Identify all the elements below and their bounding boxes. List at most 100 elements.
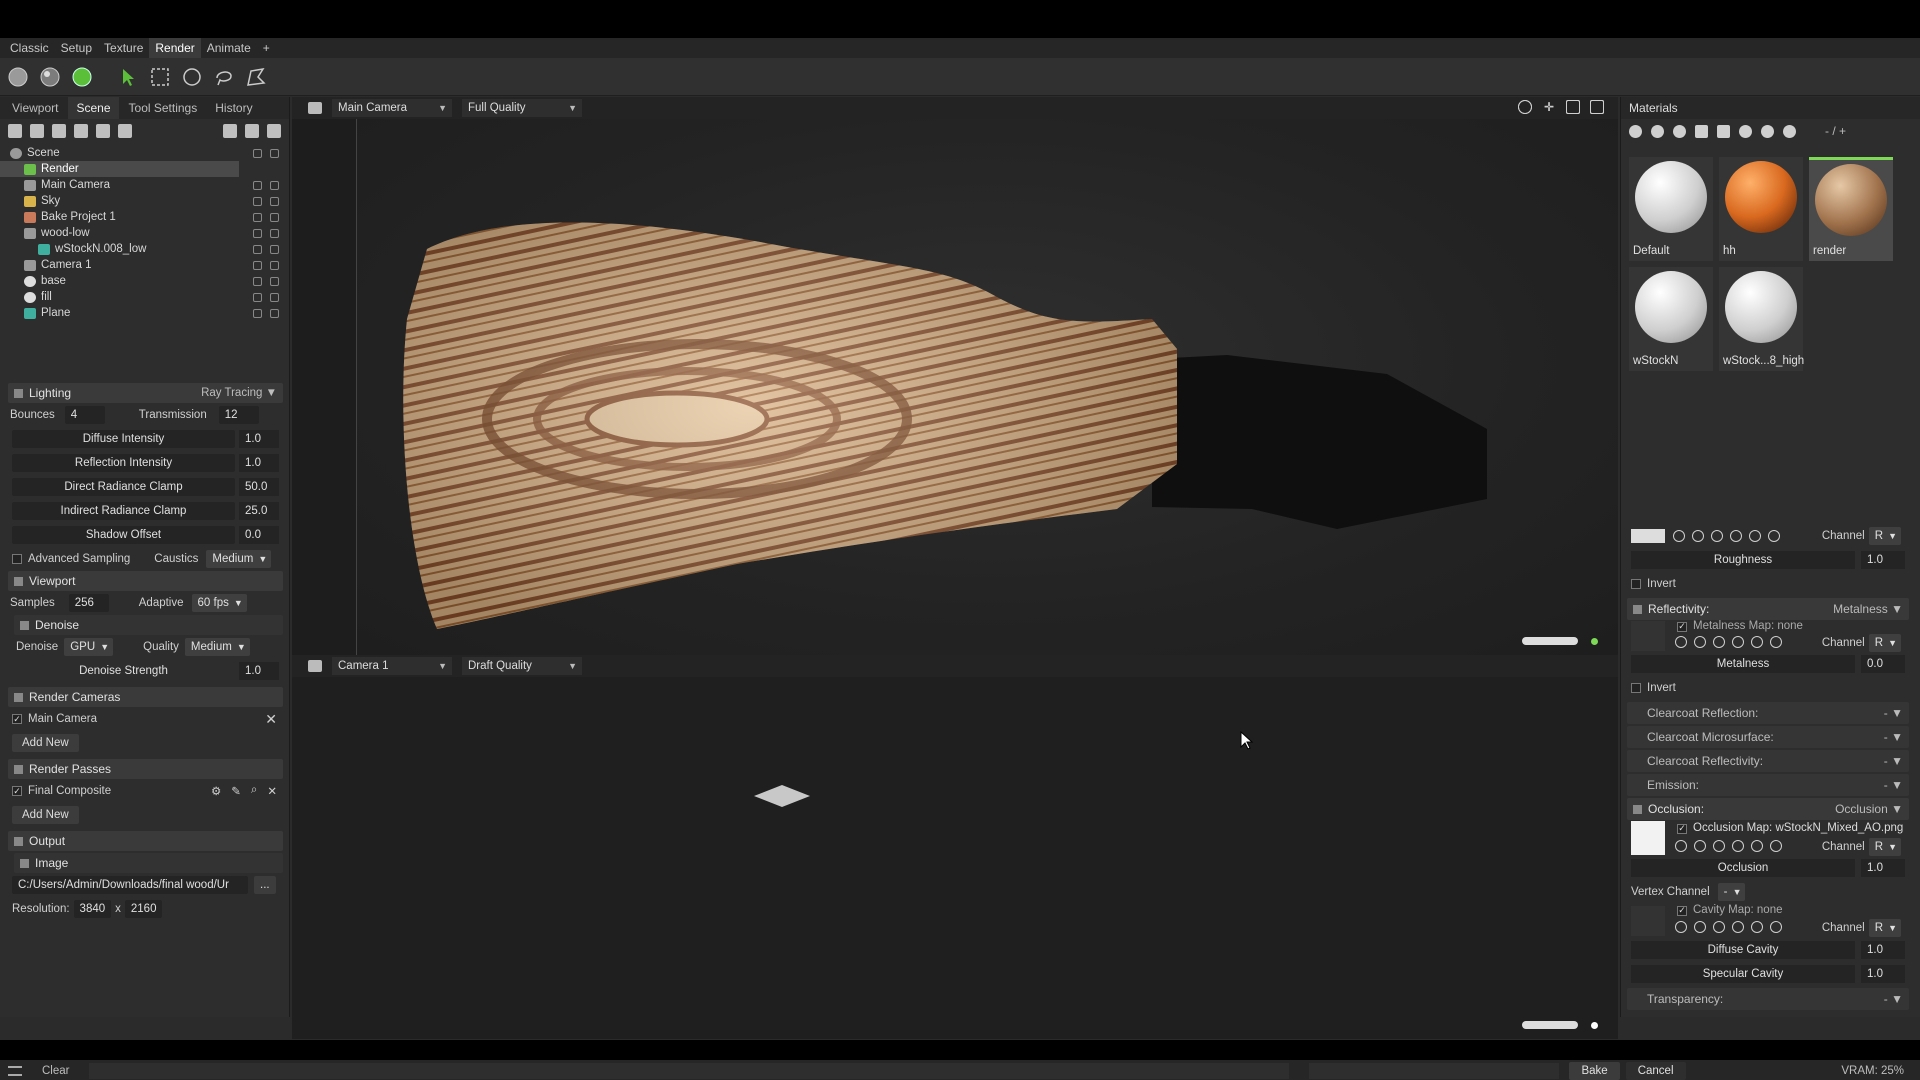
resolution-height-field[interactable]: 2160 [124, 900, 163, 918]
eye-icon[interactable] [270, 212, 279, 222]
search-icon[interactable] [1694, 921, 1706, 933]
metalness-slider[interactable]: Metalness 0.0 [1627, 652, 1909, 676]
material-hh[interactable]: hh [1719, 157, 1803, 261]
move-icon[interactable]: ✛ [1542, 100, 1556, 114]
tree-item-camera-1[interactable]: Camera 1 [0, 257, 289, 273]
browse-button[interactable]: ... [254, 876, 276, 894]
main-render-view[interactable] [356, 119, 1618, 655]
shadow-offset-slider[interactable]: Shadow Offset 0.0 [8, 523, 283, 547]
main-camera-checkbox[interactable]: ✓ [12, 714, 22, 724]
eye-icon[interactable] [270, 196, 279, 206]
gear-icon[interactable] [1518, 100, 1532, 114]
tree-item-bake-project[interactable]: Bake Project 1 [0, 209, 289, 225]
metalness-map-thumbnail[interactable] [1631, 621, 1665, 651]
tab-texture[interactable]: Texture [98, 38, 149, 58]
circle-select-icon[interactable] [180, 65, 204, 89]
diffuse-cavity-slider[interactable]: Diffuse Cavity 1.0 [1627, 938, 1909, 962]
tree-item-render[interactable]: Render [0, 161, 239, 177]
maximize-icon[interactable] [1566, 100, 1580, 114]
render-sphere-icon[interactable] [70, 65, 94, 89]
eye-icon[interactable] [270, 308, 279, 318]
top-quality-dropdown[interactable]: Full Quality [462, 99, 582, 117]
log-icon[interactable] [8, 1066, 22, 1076]
channel-icon[interactable] [1711, 530, 1723, 542]
metalness-map-checkbox[interactable]: ✓ [1677, 621, 1687, 632]
refresh-icon[interactable] [1749, 530, 1761, 542]
select-icon[interactable] [1739, 124, 1752, 138]
clearcoat-reflection-header[interactable]: Clearcoat Reflection: - ▼ [1627, 702, 1909, 724]
search-icon[interactable] [1694, 840, 1706, 852]
gear-icon[interactable]: ⚙ [211, 784, 221, 798]
tab-setup[interactable]: Setup [55, 38, 98, 58]
diffuse-intensity-slider[interactable]: Diffuse Intensity 1.0 [8, 427, 283, 451]
roughness-slider[interactable]: Roughness 1.0 [1627, 548, 1909, 572]
edit-icon[interactable] [1730, 530, 1742, 542]
tab-scene[interactable]: Scene [68, 97, 119, 119]
gear-icon[interactable] [1675, 840, 1687, 852]
material-default[interactable]: Default [1629, 157, 1713, 261]
resolution-width-field[interactable]: 3840 [73, 900, 112, 918]
transmission-field[interactable]: 12 [218, 406, 259, 424]
adaptive-dropdown[interactable]: 60 fps [191, 594, 247, 612]
tree-item-base[interactable]: base [0, 273, 289, 289]
tab-history[interactable]: History [207, 97, 260, 119]
material-wstockn[interactable]: wStockN [1629, 267, 1713, 371]
lock-icon[interactable] [253, 244, 262, 254]
merge-material-icon[interactable] [1673, 124, 1686, 138]
tree-item-wood-low[interactable]: wood-low [0, 225, 289, 241]
tree-item-sky[interactable]: Sky [0, 193, 289, 209]
eye-icon[interactable] [270, 260, 279, 270]
lock-icon[interactable] [253, 276, 262, 286]
lock-icon[interactable] [253, 212, 262, 222]
tree-item-plane[interactable]: Plane [0, 305, 289, 321]
occlusion-map-thumbnail[interactable] [1631, 821, 1665, 855]
viewport-header[interactable]: Viewport [8, 571, 283, 591]
tree-item-main-camera[interactable]: Main Camera [0, 177, 289, 193]
channel-icon[interactable] [1713, 840, 1725, 852]
folder-icon[interactable] [1695, 124, 1708, 138]
invert-metalness-checkbox[interactable] [1631, 683, 1641, 693]
close-icon[interactable]: ✕ [267, 784, 277, 798]
tab-tool-settings[interactable]: Tool Settings [121, 97, 206, 119]
refresh-icon[interactable] [1761, 124, 1774, 138]
roughness-map-thumbnail[interactable] [1631, 529, 1665, 543]
bottom-quality-dropdown[interactable]: Draft Quality [462, 657, 582, 675]
channel-icon[interactable] [1713, 636, 1725, 648]
rect-select-icon[interactable] [148, 65, 172, 89]
reflectivity-header[interactable]: Reflectivity: Metalness ▼ [1627, 598, 1909, 620]
lighting-mode-dropdown[interactable]: Ray Tracing ▼ [201, 387, 277, 399]
lock-icon[interactable] [253, 260, 262, 270]
lock-icon[interactable] [253, 308, 262, 318]
eye-icon[interactable] [270, 292, 279, 302]
occlusion-header[interactable]: Occlusion: Occlusion ▼ [1627, 798, 1909, 820]
edit-icon[interactable]: ✎ [231, 784, 241, 798]
top-camera-dropdown[interactable]: Main Camera [332, 99, 452, 117]
cavity-map-checkbox[interactable]: ✓ [1677, 905, 1687, 916]
lock-icon[interactable] [253, 180, 262, 190]
search-icon[interactable] [1694, 636, 1706, 648]
reflection-intensity-slider[interactable]: Reflection Intensity 1.0 [8, 451, 283, 475]
close-icon[interactable] [1770, 636, 1782, 648]
tree-item-wstockn[interactable]: wStockN.008_low [0, 241, 289, 257]
clearcoat-microsurface-header[interactable]: Clearcoat Microsurface: - ▼ [1627, 726, 1909, 748]
caustics-dropdown[interactable]: Medium [206, 550, 272, 568]
render-cameras-header[interactable]: Render Cameras [8, 687, 283, 707]
eye-icon[interactable] [270, 148, 279, 158]
add-camera-button[interactable]: Add New [12, 734, 79, 752]
gear-icon[interactable] [1675, 636, 1687, 648]
image-header[interactable]: Image [14, 853, 283, 873]
denoise-header[interactable]: Denoise [14, 615, 283, 635]
emission-header[interactable]: Emission: - ▼ [1627, 774, 1909, 796]
view-bottom-slider[interactable] [1522, 1021, 1578, 1029]
add-sky-icon[interactable] [74, 124, 88, 138]
tab-render[interactable]: Render [149, 38, 201, 58]
search-icon[interactable] [1692, 530, 1704, 542]
folder-icon[interactable] [223, 124, 237, 138]
occlusion-map-checkbox[interactable]: ✓ [1677, 823, 1687, 834]
bake-button[interactable]: Bake [1569, 1062, 1620, 1080]
refresh-icon[interactable] [1751, 840, 1763, 852]
add-camera-icon[interactable] [52, 124, 66, 138]
tree-item-fill[interactable]: fill [0, 289, 289, 305]
cancel-button[interactable]: Cancel [1625, 1062, 1686, 1080]
invert-roughness-checkbox[interactable] [1631, 579, 1641, 589]
